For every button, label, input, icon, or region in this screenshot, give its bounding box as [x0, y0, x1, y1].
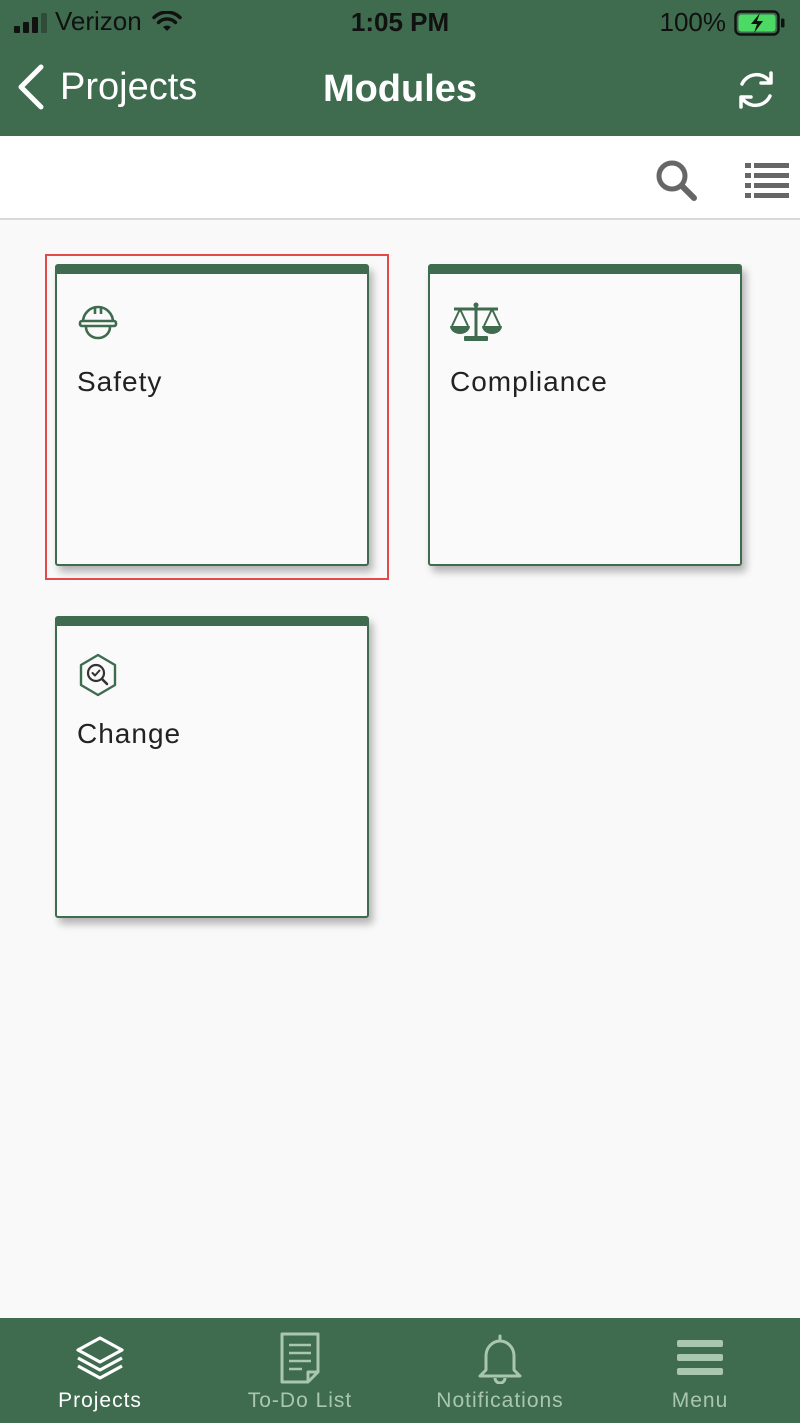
document-icon [280, 1332, 320, 1384]
layers-icon [76, 1336, 124, 1380]
tab-label: Projects [58, 1389, 142, 1412]
tab-label: To-Do List [247, 1389, 353, 1412]
status-right: 100% [660, 7, 787, 38]
module-label: Change [77, 718, 182, 749]
refresh-icon[interactable] [734, 68, 778, 112]
module-toolbar [0, 136, 800, 220]
list-view-icon[interactable] [744, 160, 790, 200]
module-label: Compliance [450, 366, 608, 397]
tab-menu[interactable]: Menu [600, 1318, 800, 1423]
hamburger-icon [677, 1340, 723, 1375]
module-card-safety[interactable]: Safety [55, 264, 369, 566]
back-button-label: Projects [60, 65, 198, 108]
navigation-bar: Projects Modules [0, 44, 800, 136]
inspect-badge-icon [79, 653, 117, 697]
chevron-left-icon [18, 64, 44, 110]
search-icon[interactable] [654, 158, 698, 202]
tab-projects[interactable]: Projects [0, 1318, 200, 1423]
back-button[interactable]: Projects [16, 64, 197, 110]
module-label: Safety [77, 366, 163, 397]
tab-label: Menu [671, 1389, 729, 1412]
hard-hat-icon [78, 305, 118, 340]
tab-notifications[interactable]: Notifications [400, 1318, 600, 1423]
status-bar: Verizon 1:05 PM 100% [0, 0, 800, 44]
module-card-compliance[interactable]: Compliance [428, 264, 742, 566]
tab-label: Notifications [436, 1389, 564, 1412]
bell-icon [478, 1334, 522, 1384]
scales-icon [450, 302, 502, 341]
battery-percentage: 100% [659, 7, 727, 37]
bottom-tab-bar: Projects To-Do List Notifications Menu [0, 1318, 800, 1423]
battery-charging-icon [734, 9, 785, 36]
tab-todo-list[interactable]: To-Do List [200, 1318, 400, 1423]
module-card-change[interactable]: Change [55, 616, 369, 918]
